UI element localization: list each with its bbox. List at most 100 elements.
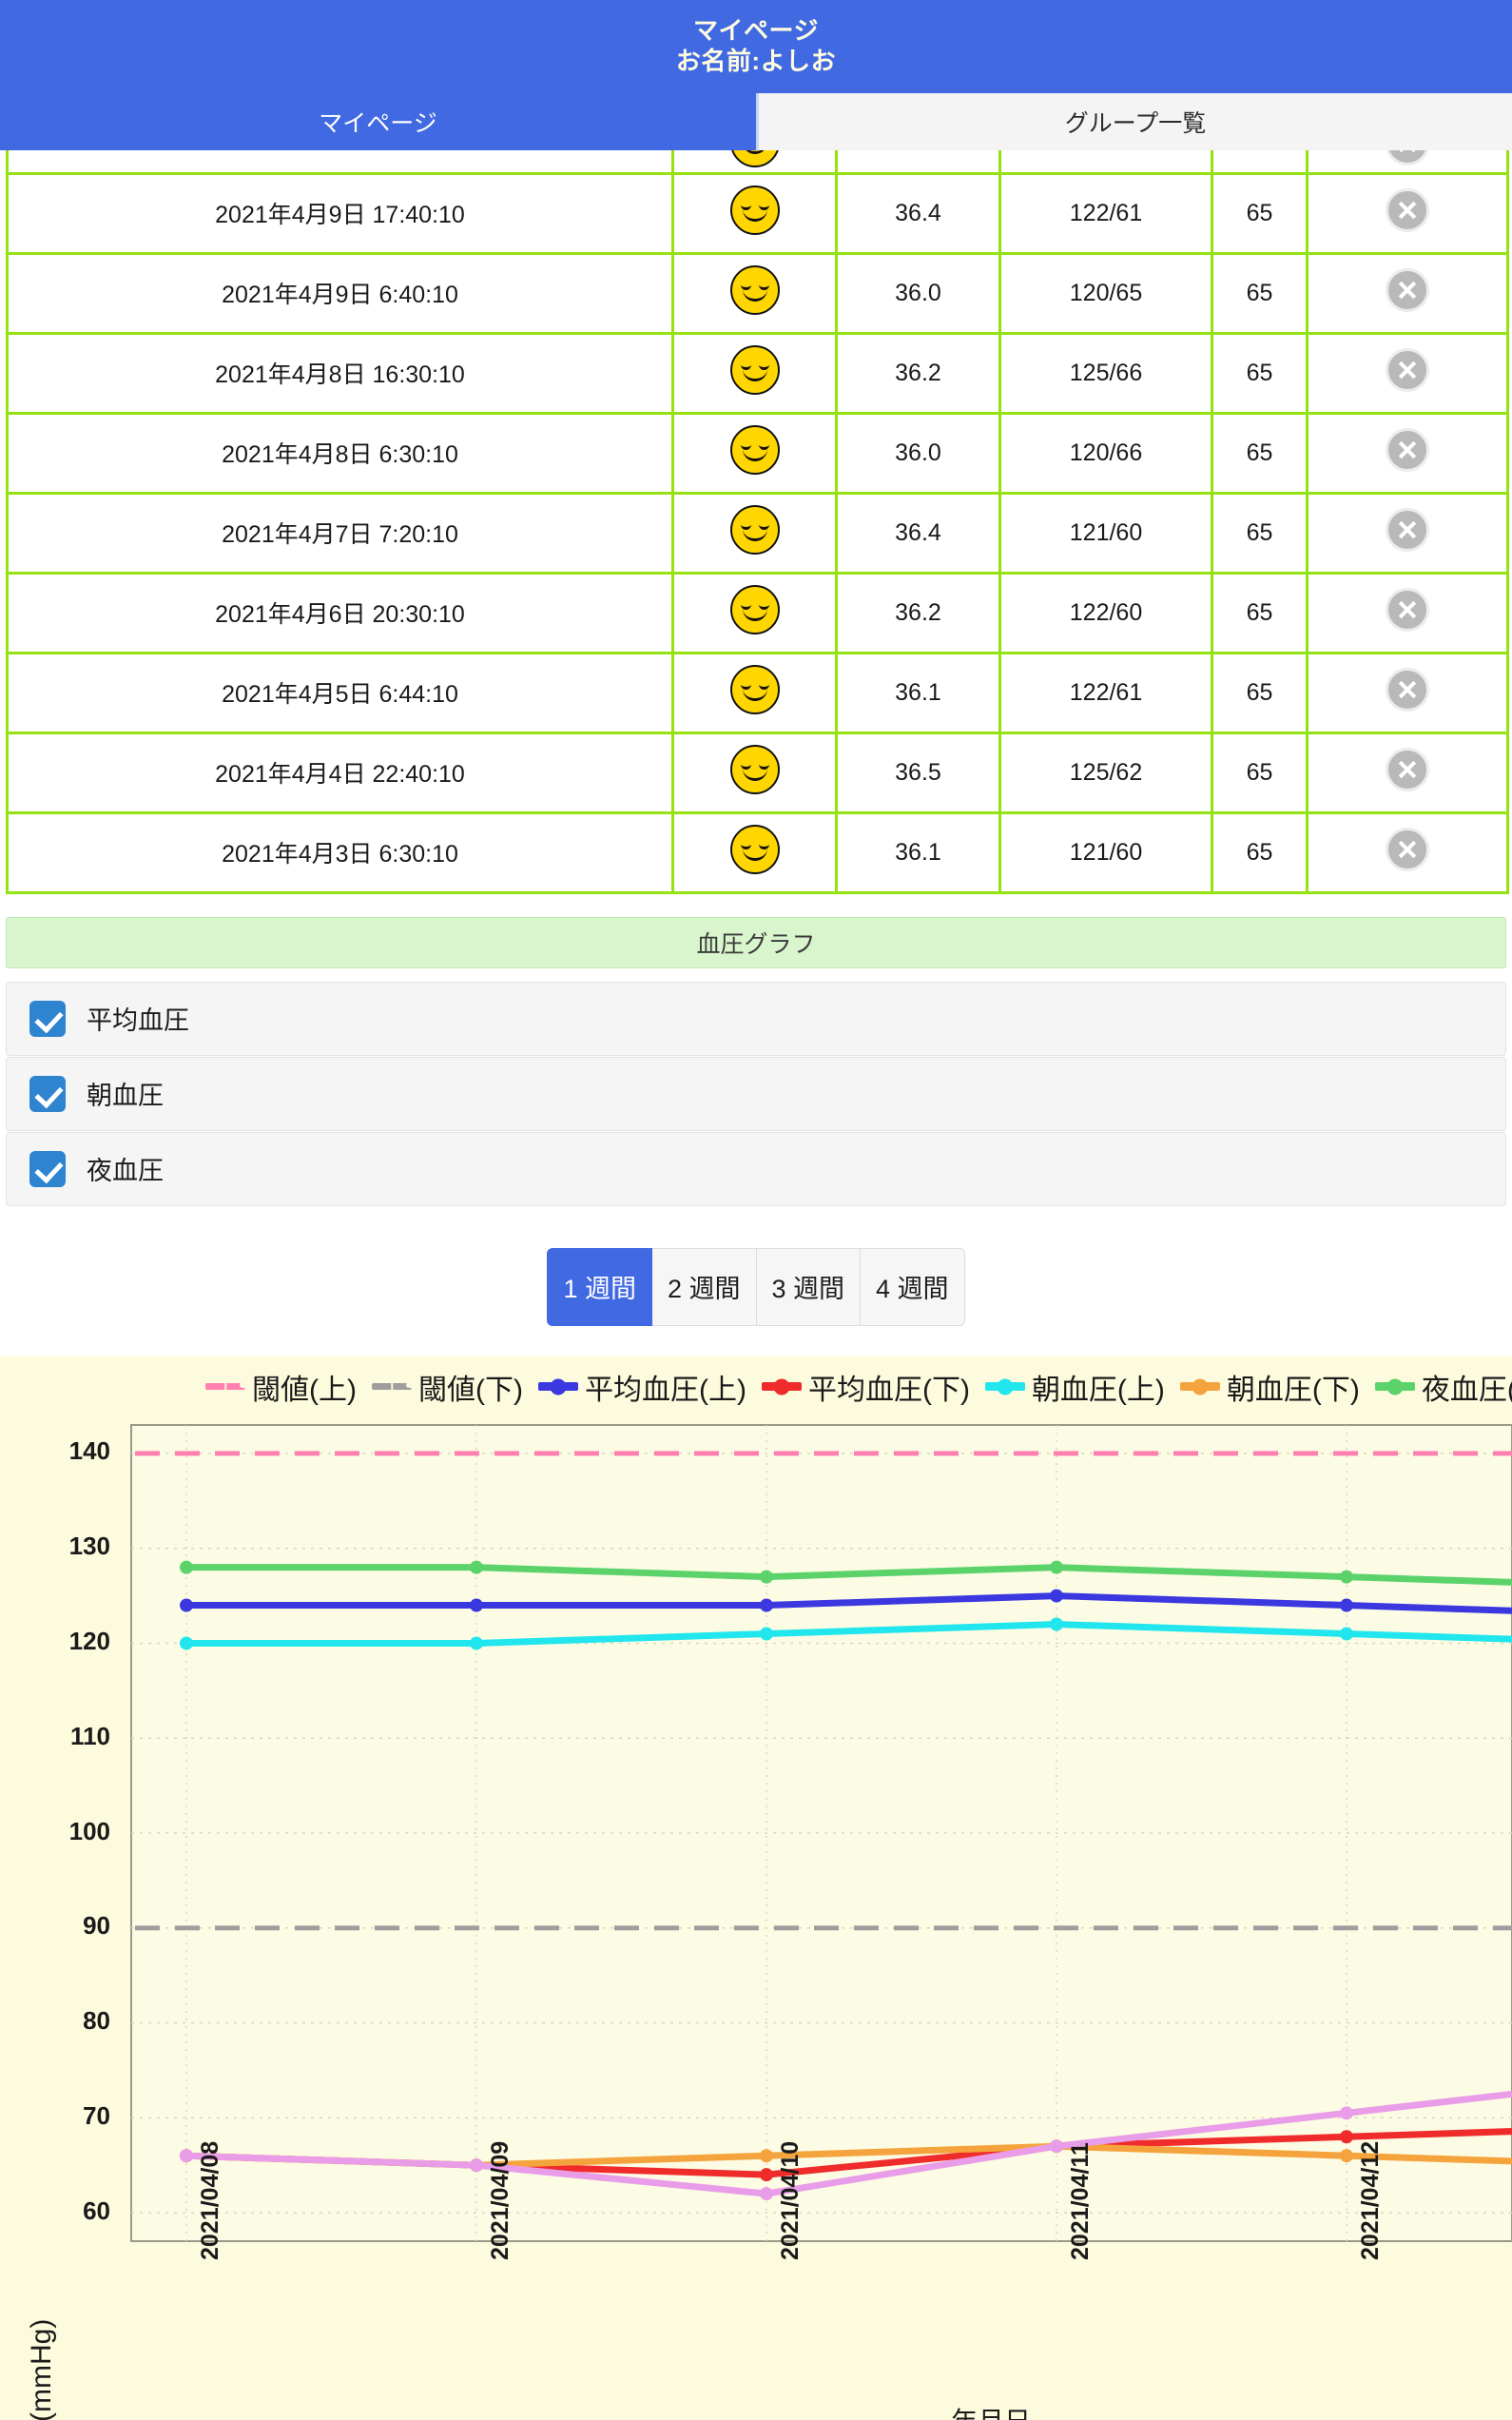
x-tick-label: 2021/04/08: [197, 2140, 223, 2260]
series-toggle-row[interactable]: 夜血圧: [6, 1131, 1506, 1206]
smiley-face-icon: [729, 504, 780, 555]
table-row: 2021年4月3日 6:30:10 36.1 121/60 65: [6, 810, 1509, 894]
smiley-face-icon: [729, 424, 780, 475]
delete-icon[interactable]: [1386, 827, 1429, 871]
delete-icon[interactable]: [1386, 347, 1429, 392]
record-blood-pressure: 120/66: [1069, 439, 1143, 466]
smiley-face-icon: [729, 824, 780, 874]
record-pulse: 65: [1246, 359, 1273, 386]
data-point: [1340, 1598, 1353, 1612]
tab-mypage[interactable]: マイページ: [0, 93, 756, 150]
table-row: 2021年4月8日 16:30:10 36.2 125/66 65: [6, 331, 1509, 415]
record-temperature: 36.0: [895, 279, 941, 306]
record-temperature: 36.1: [895, 678, 941, 706]
record-pulse: 65: [1246, 678, 1273, 706]
table-row: 2021年4月8日 6:30:10 36.0 120/66 65: [6, 411, 1509, 495]
week-option-label: 2 週間: [667, 1275, 741, 1303]
series-toggle-label: 平均血圧: [87, 1006, 189, 1035]
series-toggle-row[interactable]: 平均血圧: [6, 981, 1506, 1056]
smiley-face-icon: [729, 264, 780, 315]
delete-icon[interactable]: [1386, 427, 1429, 472]
data-point: [1340, 1570, 1353, 1584]
record-temperature: 36.1: [895, 838, 941, 866]
smiley-face-icon: [729, 150, 780, 167]
user-name-label: お名前:よしお: [675, 47, 837, 75]
checkbox-icon[interactable]: [29, 1000, 66, 1037]
record-blood-pressure: 125/66: [1069, 359, 1143, 386]
tab-mypage-label: マイページ: [319, 110, 437, 137]
chart-plot-svg: [130, 1423, 1512, 2242]
data-point: [1340, 1626, 1353, 1640]
record-datetime: 2021年4月8日 16:30:10: [215, 361, 465, 388]
delete-icon[interactable]: [1386, 267, 1429, 312]
data-point: [760, 1570, 773, 1584]
smiley-face-icon: [729, 744, 780, 794]
table-row: [6, 150, 1509, 175]
data-point: [1340, 2148, 1353, 2162]
table-row: 2021年4月4日 22:40:10 36.5 125/62 65: [6, 731, 1509, 814]
records-table: 2021年4月9日 17:40:10 36.4 122/61 65 2021年4月9日 …: [6, 150, 1509, 894]
delete-icon[interactable]: [1386, 747, 1429, 791]
week-option-3[interactable]: 3 週間: [756, 1247, 862, 1326]
week-range-group: 1 週間 2 週間 3 週間 4 週間: [547, 1247, 965, 1326]
week-option-1[interactable]: 1 週間: [547, 1247, 652, 1326]
series-toggle-label: 夜血圧: [87, 1157, 164, 1185]
delete-icon[interactable]: [1386, 667, 1429, 712]
week-option-label: 1 週間: [563, 1275, 636, 1303]
tab-group-list-label: グループ一覧: [1064, 110, 1207, 137]
record-blood-pressure: 122/60: [1069, 598, 1143, 626]
y-tick-label: 130: [68, 1532, 110, 1561]
data-point: [1050, 1589, 1063, 1603]
series-toggle-row[interactable]: 朝血圧: [6, 1056, 1506, 1131]
smiley-face-icon: [729, 664, 780, 714]
checkbox-icon[interactable]: [29, 1150, 66, 1187]
series-toggle-list: 平均血圧朝血圧夜血圧: [6, 981, 1506, 1206]
table-row: 2021年4月6日 20:30:10 36.2 122/60 65: [6, 571, 1509, 654]
record-pulse: 65: [1246, 279, 1273, 306]
app-header: マイページ お名前:よしお: [0, 0, 1512, 93]
delete-icon[interactable]: [1386, 150, 1429, 166]
record-datetime: 2021年4月6日 20:30:10: [215, 601, 465, 628]
week-range-selector: 1 週間 2 週間 3 週間 4 週間: [0, 1247, 1512, 1326]
data-point: [760, 1598, 773, 1612]
page-title: マイページ: [693, 16, 819, 46]
data-point: [180, 1560, 193, 1574]
y-tick-label: 90: [83, 1911, 110, 1941]
y-tick-label: 70: [83, 2100, 110, 2130]
record-pulse: 65: [1246, 838, 1273, 866]
week-option-2[interactable]: 2 週間: [651, 1247, 757, 1326]
smiley-face-icon: [729, 584, 780, 634]
week-option-label: 3 週間: [771, 1275, 845, 1303]
delete-icon[interactable]: [1386, 587, 1429, 632]
record-datetime: 2021年4月3日 6:30:10: [222, 841, 458, 868]
week-option-4[interactable]: 4 週間: [861, 1247, 965, 1326]
data-point: [1340, 2105, 1353, 2119]
x-axis-label: 年月日: [951, 2401, 1031, 2420]
record-temperature: 36.2: [895, 598, 941, 626]
record-temperature: 36.0: [895, 439, 941, 466]
x-tick-label: 2021/04/12: [1357, 2140, 1384, 2260]
record-pulse: 65: [1246, 518, 1273, 546]
record-blood-pressure: 122/61: [1069, 199, 1143, 226]
data-point: [760, 2148, 773, 2162]
record-datetime: 2021年4月5日 6:44:10: [222, 681, 458, 708]
series-toggle-label: 朝血圧: [87, 1082, 164, 1110]
data-point: [1050, 2138, 1063, 2153]
record-pulse: 65: [1246, 199, 1273, 226]
delete-icon[interactable]: [1386, 507, 1429, 552]
record-datetime: 2021年4月4日 22:40:10: [215, 761, 465, 788]
data-point: [470, 1635, 483, 1649]
table-row: 2021年4月9日 17:40:10 36.4 122/61 65: [6, 171, 1509, 255]
week-option-label: 4 週間: [876, 1275, 949, 1303]
blood-pressure-graph-title: 血圧グラフ: [6, 916, 1506, 968]
checkbox-icon[interactable]: [29, 1075, 66, 1112]
data-point: [470, 1560, 483, 1574]
x-tick-label: 2021/04/09: [487, 2140, 514, 2260]
y-tick-label: 120: [68, 1626, 110, 1655]
data-point: [1340, 2129, 1353, 2143]
tab-group-list[interactable]: グループ一覧: [756, 93, 1512, 150]
delete-icon[interactable]: [1386, 187, 1429, 232]
data-point: [470, 1598, 483, 1612]
record-pulse: 65: [1246, 758, 1273, 786]
data-point: [180, 1635, 193, 1649]
